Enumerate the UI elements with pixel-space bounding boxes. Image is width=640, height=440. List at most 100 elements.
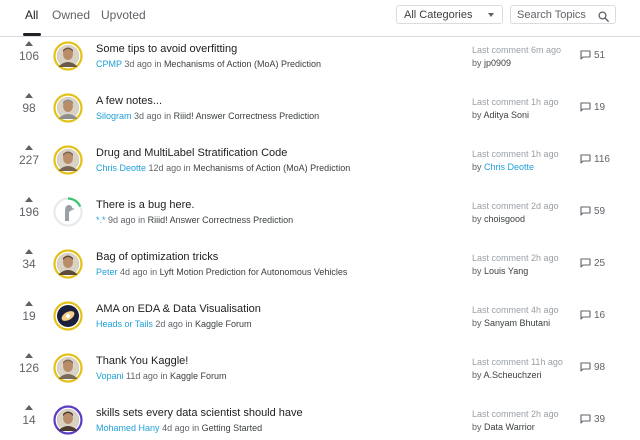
upvote-arrow-icon[interactable] [25,405,33,410]
upvote-button[interactable]: 126 [12,353,46,375]
avatar[interactable] [53,353,83,383]
by-label: by [472,58,482,68]
last-comment-time: Last comment 1h ago [472,97,559,107]
upvote-button[interactable]: 98 [12,93,46,115]
tab-upvoted[interactable]: Upvoted [101,8,146,22]
upvote-arrow-icon[interactable] [25,301,33,306]
by-label: by [472,422,482,432]
competition-link[interactable]: Riiid! Answer Correctness Prediction [148,215,294,225]
author-link[interactable]: CPMP [96,59,122,69]
upvote-button[interactable]: 106 [12,41,46,63]
topic-title[interactable]: A few notes... [96,95,162,107]
last-comment-time: Last comment 1h ago [472,149,559,159]
comment-count: 19 [594,102,606,113]
in-label: in [160,371,168,381]
avatar[interactable] [53,145,83,175]
tab-owned[interactable]: Owned [52,8,90,22]
last-commenter-link[interactable]: A.Scheuchzeri [484,370,542,380]
avatar[interactable] [53,249,83,279]
comment-count-button[interactable]: 98 [580,362,605,373]
bird-icon [53,197,83,227]
comment-count-button[interactable]: 25 [580,258,605,269]
upvote-arrow-icon[interactable] [25,249,33,254]
topic-title[interactable]: Bag of optimization tricks [96,251,218,263]
comment-count-button[interactable]: 39 [580,414,605,425]
topic-meta: Mohamed Hany 4d ago in Getting Started [96,423,262,433]
upvote-arrow-icon[interactable] [25,93,33,98]
author-link[interactable]: Peter [96,267,118,277]
topic-title[interactable]: AMA on EDA & Data Visualisation [96,303,261,315]
upvote-button[interactable]: 34 [12,249,46,271]
author-link[interactable]: *.* [96,215,106,225]
avatar[interactable] [53,93,83,123]
user-photo-icon [53,353,83,383]
upvote-arrow-icon[interactable] [25,145,33,150]
vote-count: 14 [22,413,36,427]
last-commenter-link[interactable]: choisgood [484,214,525,224]
category-select[interactable]: All Categories [396,5,503,24]
competition-link[interactable]: Kaggle Forum [170,371,227,381]
comment-icon [580,206,591,216]
avatar[interactable] [53,197,83,227]
topic-row: 227 Drug and MultiLabel Stratification C… [0,141,640,193]
in-label: in [138,215,146,225]
search-box [510,5,616,24]
topic-title[interactable]: Some tips to avoid overfitting [96,43,237,55]
vote-count: 34 [22,257,36,271]
last-commenter-link[interactable]: jp0909 [484,58,511,68]
by-label: by [472,370,482,380]
competition-link[interactable]: Mechanisms of Action (MoA) Prediction [164,59,321,69]
comment-icon [580,362,591,372]
competition-link[interactable]: Riiid! Answer Correctness Prediction [174,111,320,121]
topic-title[interactable]: Drug and MultiLabel Stratification Code [96,147,287,159]
search-icon[interactable] [598,9,609,27]
upvote-button[interactable]: 19 [12,301,46,323]
comment-count-button[interactable]: 19 [580,102,605,113]
in-label: in [192,423,200,433]
competition-link[interactable]: Mechanisms of Action (MoA) Prediction [193,163,350,173]
last-commenter-link[interactable]: Sanyam Bhutani [484,318,550,328]
in-label: in [154,59,162,69]
topic-meta: Heads or Tails 2d ago in Kaggle Forum [96,319,252,329]
competition-link[interactable]: Kaggle Forum [195,319,252,329]
upvote-arrow-icon[interactable] [25,353,33,358]
upvote-button[interactable]: 14 [12,405,46,427]
topic-title[interactable]: Thank You Kaggle! [96,355,188,367]
last-comment-age: 2h ago [531,253,559,263]
comment-count: 98 [594,362,606,373]
competition-link[interactable]: Lyft Motion Prediction for Autonomous Ve… [160,267,348,277]
avatar[interactable] [53,41,83,71]
author-link[interactable]: Silogram [96,111,132,121]
author-link[interactable]: Chris Deotte [96,163,146,173]
last-comment-age: 1h ago [531,97,559,107]
last-comment-time: Last comment 4h ago [472,305,559,315]
post-age: 4d ago [162,423,190,433]
last-commenter-link[interactable]: Chris Deotte [484,162,534,172]
avatar[interactable] [53,301,83,331]
last-commenter: by Data Warrior [472,422,535,432]
search-input[interactable] [517,8,599,22]
topic-title[interactable]: skills sets every data scientist should … [96,407,303,419]
last-commenter-link[interactable]: Data Warrior [484,422,535,432]
upvote-arrow-icon[interactable] [25,41,33,46]
upvote-button[interactable]: 196 [12,197,46,219]
comment-count-button[interactable]: 116 [580,154,610,165]
author-link[interactable]: Mohamed Hany [96,423,160,433]
last-commenter-link[interactable]: Aditya Soni [484,110,530,120]
last-comment-age: 6m ago [531,45,562,55]
last-commenter: by A.Scheuchzeri [472,370,542,380]
topic-row: 14 skills sets every data scientist shou… [0,401,640,440]
upvote-arrow-icon[interactable] [25,197,33,202]
tab-all[interactable]: All [25,8,38,22]
topic-title[interactable]: There is a bug here. [96,199,194,211]
comment-count-button[interactable]: 59 [580,206,605,217]
comment-count-button[interactable]: 16 [580,310,605,321]
comment-count-button[interactable]: 51 [580,50,605,61]
author-link[interactable]: Heads or Tails [96,319,153,329]
upvote-button[interactable]: 227 [12,145,46,167]
last-commenter-link[interactable]: Louis Yang [484,266,528,276]
competition-link[interactable]: Getting Started [202,423,263,433]
author-link[interactable]: Vopani [96,371,124,381]
avatar[interactable] [53,405,83,435]
last-comment-age: 4h ago [531,305,559,315]
